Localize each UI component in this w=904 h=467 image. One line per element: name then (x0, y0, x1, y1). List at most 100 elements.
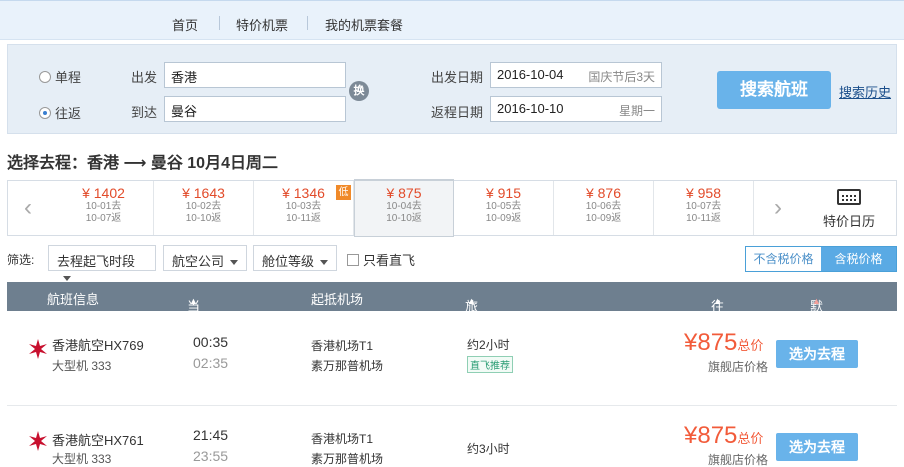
search-panel: 单程 往返 出发 香港 到达 曼谷 换 出发日期 2016-10-04 国庆节后… (7, 44, 897, 134)
trip-roundtrip-label: 往返 (55, 106, 82, 121)
date-back: 10-09返 (585, 213, 622, 224)
from-value: 香港 (171, 70, 198, 85)
date-price: ¥ 958 (685, 185, 722, 201)
price-value: ¥875 (684, 329, 738, 356)
flight-row: 香港航空HX769 大型机 333 00:35 02:35 香港机场T1 素万那… (7, 325, 897, 395)
arrival-airport: 素万那普机场 (311, 452, 384, 466)
to-value: 曼谷 (171, 104, 198, 119)
depart-date-label: 出发日期 (431, 70, 484, 85)
depart-date-input[interactable]: 2016-10-04 国庆节后3天 (490, 62, 662, 88)
date-option[interactable]: ¥ 1346 10-03去 10-11返 低 (254, 181, 354, 235)
date-option[interactable]: ¥ 958 10-07去 10-11返 (654, 181, 754, 235)
flight-row: 香港航空HX761 大型机 333 21:45 23:55 香港机场T1 素万那… (7, 405, 897, 467)
select-outbound-button[interactable]: 选为去程 (776, 340, 858, 368)
aircraft-type: 大型机 333 (52, 452, 112, 466)
date-price: ¥ 1643 (182, 185, 225, 201)
departure-airport: 香港机场T1 (311, 432, 374, 446)
radio-icon (39, 70, 51, 83)
date-price-strip: ‹ ¥ 1402 10-01去 10-07返 ¥ 1643 10-02去 10-… (7, 179, 897, 237)
direct-only-label: 只看直飞 (363, 253, 416, 268)
special-calendar-button[interactable]: 特价日历 (814, 189, 884, 230)
special-calendar-label: 特价日历 (822, 214, 875, 229)
nav-special-tickets[interactable]: 特价机票 (236, 15, 288, 34)
filter-label: 筛选: (7, 253, 35, 267)
checkbox-icon (347, 253, 359, 266)
exclude-tax-option[interactable]: 不含税价格 (746, 247, 821, 271)
tax-price-toggle: 不含税价格 含税价格 (745, 246, 897, 272)
to-input[interactable]: 曼谷 (164, 96, 346, 122)
price-value: ¥875 (684, 422, 738, 449)
airline-dropdown[interactable]: 航空公司 (163, 245, 247, 271)
arrival-time: 23:55 (193, 448, 229, 464)
departure-time-dropdown[interactable]: 去程起飞时段 (48, 245, 156, 282)
radio-selected-icon (39, 106, 51, 119)
date-back: 10-10返 (185, 213, 222, 224)
date-price: ¥ 915 (485, 185, 522, 201)
from-label: 出发 (131, 70, 158, 85)
date-go: 10-02去 (185, 201, 222, 212)
departure-airport: 香港机场T1 (311, 339, 374, 353)
store-price-label: 旗舰店价格 (708, 360, 769, 374)
depart-date-hint: 国庆节后3天 (588, 70, 655, 84)
arrival-airport: 素万那普机场 (311, 359, 384, 373)
hong-kong-airlines-logo-icon (29, 431, 47, 451)
nav-home[interactable]: 首页 (172, 15, 198, 34)
trip-oneway-label: 单程 (55, 70, 82, 85)
date-back: 10-11返 (686, 213, 721, 224)
date-go: 10-06去 (585, 201, 622, 212)
airline-name: 香港航空HX769 (52, 338, 144, 353)
depart-date-value: 2016-10-04 (497, 67, 564, 82)
lowest-price-badge: 低 (336, 185, 351, 200)
sort-up-icon: ▲ (189, 296, 198, 306)
from-input[interactable]: 香港 (164, 62, 346, 88)
chevron-left-icon[interactable]: ‹ (8, 181, 48, 235)
swap-button[interactable]: 换 (349, 81, 369, 101)
cabin-class-dropdown[interactable]: 舱位等级 (253, 245, 337, 271)
date-option[interactable]: ¥ 1643 10-02去 10-10返 (154, 181, 254, 235)
date-go: 10-05去 (485, 201, 522, 212)
dropdown-label: 去程起飞时段 (57, 254, 136, 269)
route-title: 选择去程：香港 ⟶ 曼谷 10月4日周二 (7, 155, 278, 172)
col-flight-info: 航班信息 (47, 292, 100, 307)
caret-down-icon (320, 260, 329, 266)
date-option[interactable]: ¥ 915 10-05去 10-09返 (454, 181, 554, 235)
date-go: 10-01去 (85, 201, 122, 212)
date-back: 10-11返 (286, 213, 321, 224)
departure-time: 21:45 (193, 427, 229, 443)
top-nav: 首页 特价机票 我的机票套餐 (0, 0, 904, 40)
total-price: ¥875总价 (684, 422, 763, 450)
to-label: 到达 (131, 105, 158, 120)
airline-name: 香港航空HX761 (52, 433, 144, 448)
date-go: 10-07去 (685, 201, 722, 212)
nav-my-packages[interactable]: 我的机票套餐 (325, 15, 403, 34)
date-option[interactable]: ¥ 1402 10-01去 10-07返 (54, 181, 154, 235)
date-option-selected[interactable]: ¥ 875 10-04去 10-10返 (354, 179, 454, 237)
return-date-hint: 星期一 (618, 104, 655, 118)
nav-divider (219, 16, 220, 30)
aircraft-type: 大型机 333 (52, 359, 112, 373)
date-back: 10-07返 (85, 213, 122, 224)
row-divider (7, 405, 897, 406)
return-date-value: 2016-10-10 (497, 101, 564, 116)
search-flights-button[interactable]: 搜索航班 (717, 71, 831, 109)
sort-up-icon: ▲ (713, 296, 722, 306)
trip-roundtrip-radio[interactable]: 往返 (39, 103, 81, 122)
date-back: 10-09返 (485, 213, 522, 224)
date-option[interactable]: ¥ 876 10-06去 10-09返 (554, 181, 654, 235)
date-price: ¥ 1402 (82, 185, 125, 201)
include-tax-option[interactable]: 含税价格 (821, 247, 896, 271)
flight-duration: 约3小时 (467, 442, 510, 456)
caret-down-icon (230, 260, 239, 266)
price-unit: 总价 (737, 338, 764, 353)
search-history-link[interactable]: 搜索历史 (839, 82, 891, 101)
arrival-time: 02:35 (193, 355, 229, 371)
trip-oneway-radio[interactable]: 单程 (39, 67, 81, 86)
total-price: ¥875总价 (684, 329, 763, 357)
select-outbound-button[interactable]: 选为去程 (776, 433, 858, 461)
dropdown-label: 航空公司 (172, 254, 225, 269)
calendar-icon (837, 189, 861, 205)
chevron-right-icon[interactable]: › (758, 181, 798, 235)
date-back: 10-10返 (386, 213, 422, 224)
return-date-input[interactable]: 2016-10-10 星期一 (490, 96, 662, 122)
direct-only-checkbox[interactable]: 只看直飞 (347, 250, 415, 269)
